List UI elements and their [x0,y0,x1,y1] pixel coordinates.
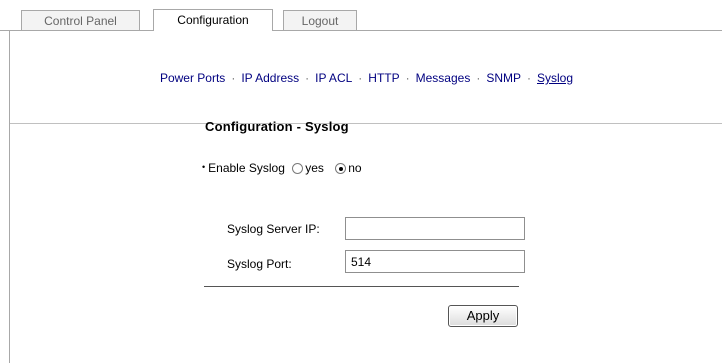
syslog-port-label: Syslog Port: [227,257,292,271]
subnav-separator: · [358,71,363,85]
bullet-icon: • [202,162,206,172]
enable-syslog-row: • Enable Syslog yes no [202,161,362,175]
radio-no[interactable] [335,163,347,174]
subnav-messages[interactable]: Messages [416,71,471,85]
page-title: Configuration - Syslog [205,119,349,134]
syslog-server-ip-label: Syslog Server IP: [227,222,320,236]
section-divider [10,123,722,124]
tab-bar: Control Panel Configuration Logout [0,0,722,31]
subnav-separator: · [231,71,236,85]
subnav-http[interactable]: HTTP [368,71,399,85]
tab-control-panel[interactable]: Control Panel [21,10,140,30]
subnav-separator: · [476,71,481,85]
content-frame: Power Ports · IP Address · IP ACL · HTTP · Messa… [9,30,722,363]
subnav-snmp[interactable]: SNMP [486,71,521,85]
apply-button[interactable]: Apply [448,305,518,327]
config-subnav: Power Ports · IP Address · IP ACL · HTTP · Messa… [10,71,722,85]
radio-yes[interactable] [292,163,304,174]
subnav-separator: · [305,71,310,85]
subnav-separator: · [527,71,531,85]
radio-yes-label: yes [305,161,324,175]
form-divider [204,286,519,287]
subnav-ip-address[interactable]: IP Address [241,71,299,85]
syslog-port-input[interactable] [345,250,525,273]
subnav-power-ports[interactable]: Power Ports [160,71,225,85]
tab-underline [0,30,722,31]
subnav-separator: · [405,71,410,85]
subnav-ip-acl[interactable]: IP ACL [315,71,352,85]
radio-no-label: no [348,161,362,175]
tab-logout[interactable]: Logout [283,10,357,30]
syslog-server-ip-input[interactable] [345,217,525,240]
enable-syslog-label: Enable Syslog [208,161,285,175]
subnav-syslog[interactable]: Syslog [537,71,573,85]
tab-configuration[interactable]: Configuration [153,9,273,31]
